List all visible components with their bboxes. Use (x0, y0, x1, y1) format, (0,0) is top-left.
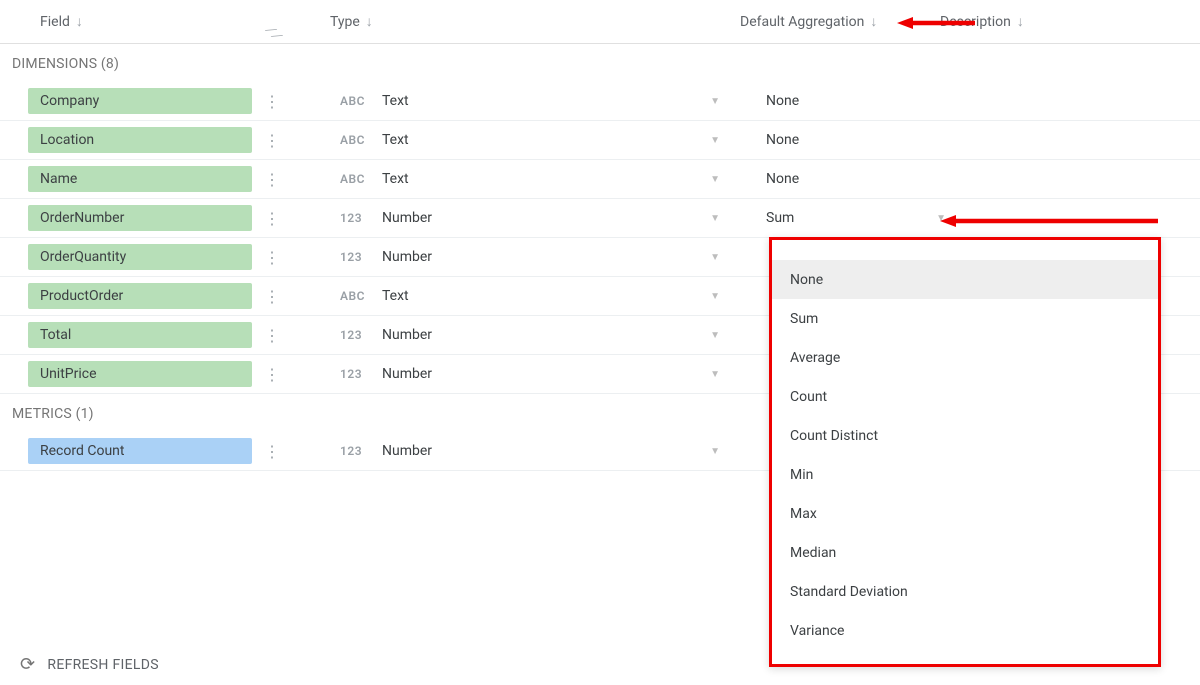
type-selector[interactable]: ABC Text ▼ (340, 288, 730, 304)
aggregation-option[interactable]: Count (772, 377, 1158, 416)
section-dimensions: DIMENSIONS (8) (0, 44, 1200, 82)
more-options-icon[interactable]: ⋮ (260, 326, 284, 345)
aggregation-label: None (766, 132, 799, 148)
caret-down-icon: ▼ (710, 252, 720, 263)
number-type-icon: 123 (340, 367, 372, 381)
type-label: Number (382, 366, 432, 382)
number-type-icon: 123 (340, 250, 372, 264)
caret-down-icon: ▼ (710, 213, 720, 224)
more-options-icon[interactable]: ⋮ (260, 92, 284, 111)
field-chip[interactable]: OrderQuantity (28, 244, 252, 270)
aggregation-dropdown: NoneSumAverageCountCount DistinctMinMaxM… (769, 237, 1161, 667)
aggregation-option[interactable]: Count Distinct (772, 416, 1158, 455)
caret-down-icon: ▼ (710, 369, 720, 380)
header-field-label: Field (40, 14, 70, 30)
header-agg-label: Default Aggregation (740, 14, 864, 30)
aggregation-option[interactable]: Max (772, 494, 1158, 533)
field-chip[interactable]: Company (28, 88, 252, 114)
aggregation-option[interactable]: Average (772, 338, 1158, 377)
field-chip[interactable]: Location (28, 127, 252, 153)
aggregation-selector[interactable]: None (766, 132, 946, 148)
aggregation-option[interactable]: Variance (772, 611, 1158, 650)
aggregation-label: None (766, 93, 799, 109)
header-type-label: Type (330, 14, 360, 30)
type-label: Number (382, 327, 432, 343)
more-options-icon[interactable]: ⋮ (260, 442, 284, 461)
header-field[interactable]: Field ↓ (40, 13, 280, 30)
aggregation-option[interactable]: Sum (772, 299, 1158, 338)
dimension-row: Location ⋮ ABC Text ▼ None (0, 121, 1200, 160)
field-chip[interactable]: OrderNumber (28, 205, 252, 231)
type-label: Number (382, 210, 432, 226)
type-label: Text (382, 93, 409, 109)
dimension-row: Company ⋮ ABC Text ▼ None (0, 82, 1200, 121)
text-type-icon: ABC (340, 289, 372, 303)
more-options-icon[interactable]: ⋮ (260, 365, 284, 384)
header-type[interactable]: Type ↓ (330, 13, 730, 30)
number-type-icon: 123 (340, 211, 372, 225)
refresh-icon: ⟳ (20, 654, 35, 675)
sort-down-icon: ↓ (870, 13, 877, 30)
annotation-arrow-icon (897, 16, 977, 30)
aggregation-option[interactable]: None (772, 260, 1158, 299)
aggregation-option[interactable]: Min (772, 455, 1158, 494)
aggregation-label: None (766, 171, 799, 187)
field-chip[interactable]: Name (28, 166, 252, 192)
aggregation-selector[interactable]: None (766, 93, 946, 109)
aggregation-option[interactable]: Median (772, 533, 1158, 572)
caret-down-icon: ▼ (710, 330, 720, 341)
caret-down-icon: ▼ (710, 446, 720, 457)
caret-down-icon: ▼ (710, 96, 720, 107)
more-options-icon[interactable]: ⋮ (260, 131, 284, 150)
annotation-arrow-icon (940, 214, 1160, 228)
number-type-icon: 123 (340, 328, 372, 342)
refresh-fields-button[interactable]: ⟳ REFRESH FIELDS (20, 654, 159, 675)
aggregation-option[interactable]: Standard Deviation (772, 572, 1158, 611)
more-options-icon[interactable]: ⋮ (260, 170, 284, 189)
dimension-row: Name ⋮ ABC Text ▼ None (0, 160, 1200, 199)
text-type-icon: ABC (340, 172, 372, 186)
number-type-icon: 123 (340, 444, 372, 458)
type-selector[interactable]: ABC Text ▼ (340, 93, 730, 109)
type-label: Text (382, 288, 409, 304)
type-selector[interactable]: 123 Number ▼ (340, 249, 730, 265)
type-label: Number (382, 443, 432, 459)
aggregation-selector[interactable]: Sum▼ (766, 210, 946, 226)
aggregation-label: Sum (766, 210, 794, 226)
sort-down-icon: ↓ (366, 13, 373, 30)
type-selector[interactable]: ABC Text ▼ (340, 132, 730, 148)
type-label: Text (382, 171, 409, 187)
caret-down-icon: ▼ (710, 291, 720, 302)
more-options-icon[interactable]: ⋮ (260, 248, 284, 267)
field-chip[interactable]: UnitPrice (28, 361, 252, 387)
type-selector[interactable]: 123 Number ▼ (340, 366, 730, 382)
sort-down-icon: ↓ (1017, 13, 1024, 30)
type-selector[interactable]: ABC Text ▼ (340, 171, 730, 187)
refresh-label: REFRESH FIELDS (47, 657, 158, 673)
text-type-icon: ABC (340, 94, 372, 108)
type-selector[interactable]: 123 Number ▼ (340, 443, 730, 459)
type-selector[interactable]: 123 Number ▼ (340, 210, 730, 226)
field-chip[interactable]: Total (28, 322, 252, 348)
column-header-row: Field ↓ Type ↓ Default Aggregation ↓ Des… (0, 0, 1200, 44)
field-chip[interactable]: ProductOrder (28, 283, 252, 309)
more-options-icon[interactable]: ⋮ (260, 287, 284, 306)
type-selector[interactable]: 123 Number ▼ (340, 327, 730, 343)
caret-down-icon: ▼ (710, 174, 720, 185)
type-label: Text (382, 132, 409, 148)
type-label: Number (382, 249, 432, 265)
more-options-icon[interactable]: ⋮ (260, 209, 284, 228)
field-chip[interactable]: Record Count (28, 438, 252, 464)
aggregation-selector[interactable]: None (766, 171, 946, 187)
text-type-icon: ABC (340, 133, 372, 147)
sort-down-icon: ↓ (76, 13, 83, 30)
caret-down-icon: ▼ (710, 135, 720, 146)
